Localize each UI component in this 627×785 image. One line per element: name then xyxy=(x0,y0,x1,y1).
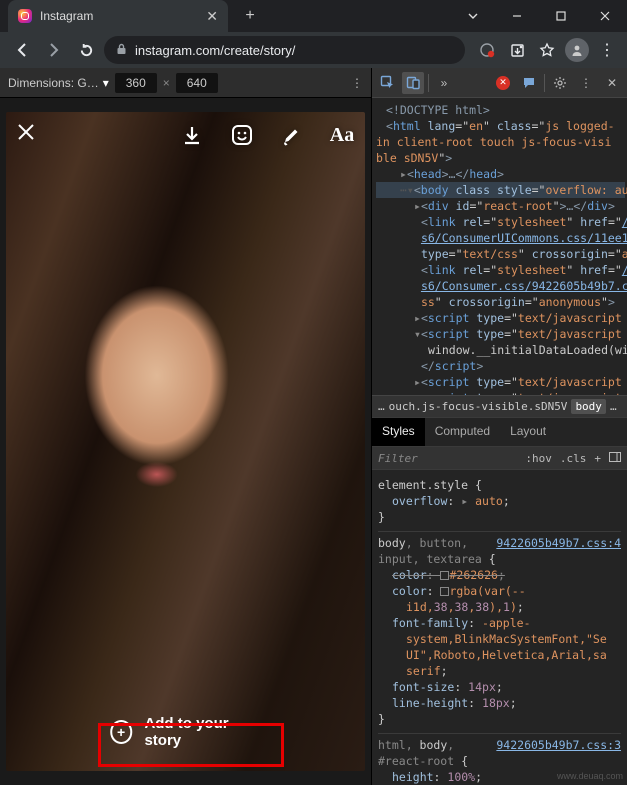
window-maximize-button[interactable] xyxy=(539,0,583,32)
profile-avatar[interactable] xyxy=(565,38,589,62)
tab-title: Instagram xyxy=(40,9,198,23)
nav-reload-button[interactable] xyxy=(72,36,100,64)
story-editor: Aa + Add to your story xyxy=(6,112,365,771)
story-photo xyxy=(6,112,365,771)
devtools-toolbar: » ✕ ⋮ ✕ xyxy=(372,68,627,98)
bookmark-star-icon[interactable] xyxy=(535,38,559,62)
extension-icon[interactable] xyxy=(475,38,499,62)
feedback-icon[interactable] xyxy=(518,72,540,94)
nav-forward-button[interactable] xyxy=(40,36,68,64)
inspect-element-icon[interactable] xyxy=(376,72,398,94)
dimension-x: × xyxy=(163,76,170,90)
sticker-icon[interactable] xyxy=(229,122,255,148)
tab-layout[interactable]: Layout xyxy=(500,418,556,446)
dropdown-icon: ▾ xyxy=(103,76,109,90)
chrome-menu-button[interactable]: ⋮ xyxy=(595,38,619,62)
lock-icon xyxy=(116,43,127,58)
css-rules-panel[interactable]: element.style { overflow: ▸ auto; } 9422… xyxy=(372,470,627,785)
tab-close-icon[interactable]: ✕ xyxy=(206,8,218,25)
device-select[interactable]: Dimensions: G… ▾ xyxy=(8,76,109,90)
dom-body-row[interactable]: ⋯▾<body class style="overflow: aut xyxy=(376,182,625,198)
url-text: instagram.com/create/story/ xyxy=(135,43,295,58)
watermark: www.deuaq.com xyxy=(557,771,623,781)
add-to-story-button[interactable]: + Add to your story xyxy=(96,707,276,757)
panel-dock-icon[interactable] xyxy=(609,452,621,465)
add-to-story-label: Add to your story xyxy=(144,715,261,749)
window-close-button[interactable] xyxy=(583,0,627,32)
text-tool-button[interactable]: Aa xyxy=(329,122,355,148)
omnibox[interactable]: instagram.com/create/story/ xyxy=(104,36,465,64)
styles-filter-input[interactable]: Filter xyxy=(378,452,517,465)
instagram-favicon-icon xyxy=(18,9,32,23)
nav-back-button[interactable] xyxy=(8,36,36,64)
plus-circle-icon: + xyxy=(110,720,133,744)
device-toolbar: Dimensions: G… ▾ × ⋮ xyxy=(0,68,371,98)
devtools-more-icon[interactable]: ⋮ xyxy=(575,72,597,94)
install-app-icon[interactable] xyxy=(505,38,529,62)
dom-doctype: <!DOCTYPE html> xyxy=(386,103,490,117)
crumb-body[interactable]: body xyxy=(571,399,606,414)
toggle-device-icon[interactable] xyxy=(402,72,424,94)
error-badge[interactable]: ✕ xyxy=(492,72,514,94)
close-story-button[interactable] xyxy=(16,122,46,148)
styles-tabs: Styles Computed Layout xyxy=(372,418,627,446)
breadcrumb[interactable]: … ouch.js-focus-visible.sDN5V body … xyxy=(372,396,627,418)
height-input[interactable] xyxy=(176,73,218,93)
hov-toggle[interactable]: :hov xyxy=(525,452,552,465)
crumb-html[interactable]: ouch.js-focus-visible.sDN5V xyxy=(389,400,568,413)
download-icon[interactable] xyxy=(179,122,205,148)
browser-tab[interactable]: Instagram ✕ xyxy=(8,0,228,32)
tabs-overflow-icon[interactable]: » xyxy=(433,72,455,94)
elements-panel[interactable]: <!DOCTYPE html> <html lang="en" class="j… xyxy=(372,98,627,396)
cls-toggle[interactable]: .cls xyxy=(560,452,587,465)
draw-icon[interactable] xyxy=(279,122,305,148)
tab-computed[interactable]: Computed xyxy=(425,418,500,446)
device-more-icon[interactable]: ⋮ xyxy=(351,76,363,90)
css-source-link-2[interactable]: 9422605b49b7.css:3 xyxy=(496,737,621,753)
tab-styles[interactable]: Styles xyxy=(372,418,425,446)
css-source-link[interactable]: 9422605b49b7.css:4 xyxy=(496,535,621,551)
chrome-dropdown-icon[interactable] xyxy=(451,0,495,32)
devtools-settings-icon[interactable] xyxy=(549,72,571,94)
width-input[interactable] xyxy=(115,73,157,93)
new-tab-button[interactable]: + xyxy=(236,2,264,30)
window-minimize-button[interactable] xyxy=(495,0,539,32)
new-rule-icon[interactable]: + xyxy=(594,452,601,465)
devtools-close-icon[interactable]: ✕ xyxy=(601,72,623,94)
